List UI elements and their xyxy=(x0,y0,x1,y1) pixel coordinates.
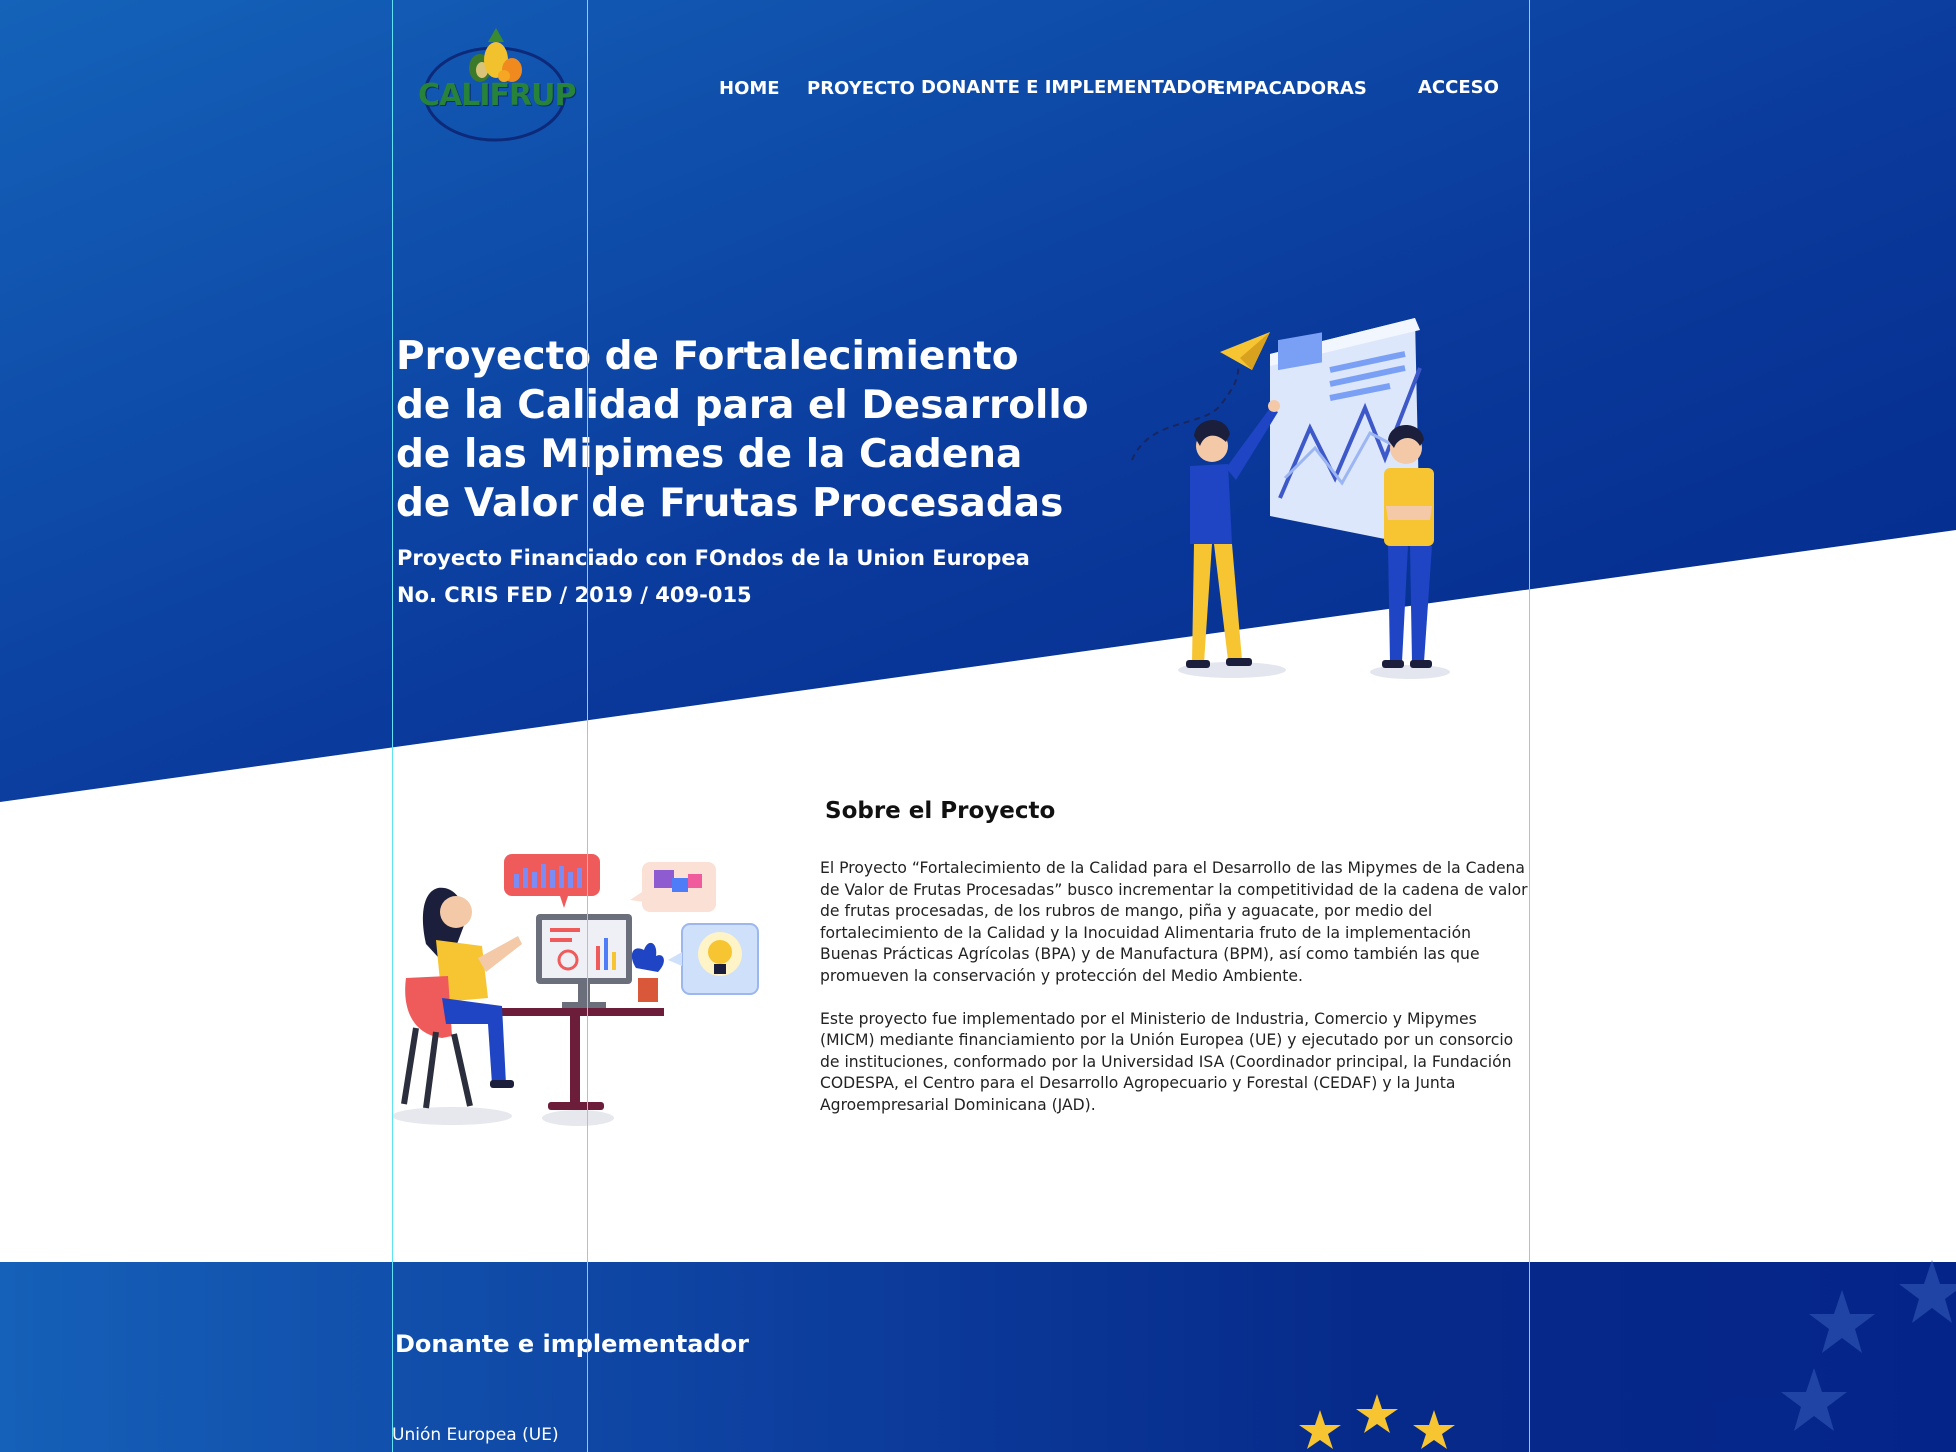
plant-icon xyxy=(631,942,664,1002)
hero-title-line: de las Mipimes de la Cadena xyxy=(396,432,1023,477)
ue-label: Unión Europea (UE) xyxy=(392,1425,559,1445)
logo-wordmark: CALIFRUP xyxy=(418,78,576,113)
nav-empacadoras[interactable]: EMPACADORAS xyxy=(1213,78,1367,99)
hero-title: Proyecto de Fortalecimiento de la Calida… xyxy=(396,332,1096,528)
nav-donante-implementador[interactable]: DONANTE E IMPLEMENTADOR xyxy=(921,77,1220,98)
funding-line: Proyecto Financiado con FOndos de la Uni… xyxy=(397,546,1030,570)
nav-proyecto[interactable]: PROYECTO xyxy=(807,78,915,99)
person-pointing-icon xyxy=(1186,400,1280,668)
layout-guide-line xyxy=(1529,0,1530,1452)
hero-subtitle: Proyecto Financiado con FOndos de la Uni… xyxy=(397,540,1030,614)
ue-description-cropped xyxy=(392,1446,1092,1452)
media-bubble-icon xyxy=(630,862,716,912)
desk-icon xyxy=(498,1008,664,1110)
about-title: Sobre el Proyecto xyxy=(825,798,1056,824)
eu-stars-icon xyxy=(1299,1394,1455,1449)
layout-guide-line xyxy=(587,0,588,1452)
donante-section-background xyxy=(0,1262,1956,1452)
hero-title-line: Proyecto de Fortalecimiento xyxy=(396,334,1019,379)
background-stars-icon xyxy=(1781,1260,1956,1431)
hero-title-line: de Valor de Frutas Procesadas xyxy=(396,481,1064,526)
lightbulb-bubble-icon xyxy=(668,923,759,995)
califrup-logo[interactable]: CALIFRUP xyxy=(418,24,576,146)
analytics-team-illustration xyxy=(1131,318,1450,679)
donante-title: Donante e implementador xyxy=(395,1330,749,1358)
about-paragraph: Este proyecto fue implementado por el Mi… xyxy=(820,1009,1514,1114)
nav-acceso[interactable]: ACCESO xyxy=(1418,77,1499,98)
hero-title-line: de la Calidad para el Desarrollo xyxy=(396,383,1089,428)
bar-chart-bubble-icon xyxy=(504,854,600,908)
computer-monitor-icon xyxy=(536,914,632,1008)
layout-guide-line xyxy=(392,0,393,1452)
cris-number: No. CRIS FED / 2019 / 409-015 xyxy=(397,583,752,607)
woman-at-desk-illustration xyxy=(392,854,759,1126)
woman-icon xyxy=(401,887,522,1109)
nav-home[interactable]: HOME xyxy=(719,78,780,99)
about-paragraph: El Proyecto “Fortalecimiento de la Calid… xyxy=(820,859,1528,985)
about-body: El Proyecto “Fortalecimiento de la Calid… xyxy=(820,858,1532,1117)
